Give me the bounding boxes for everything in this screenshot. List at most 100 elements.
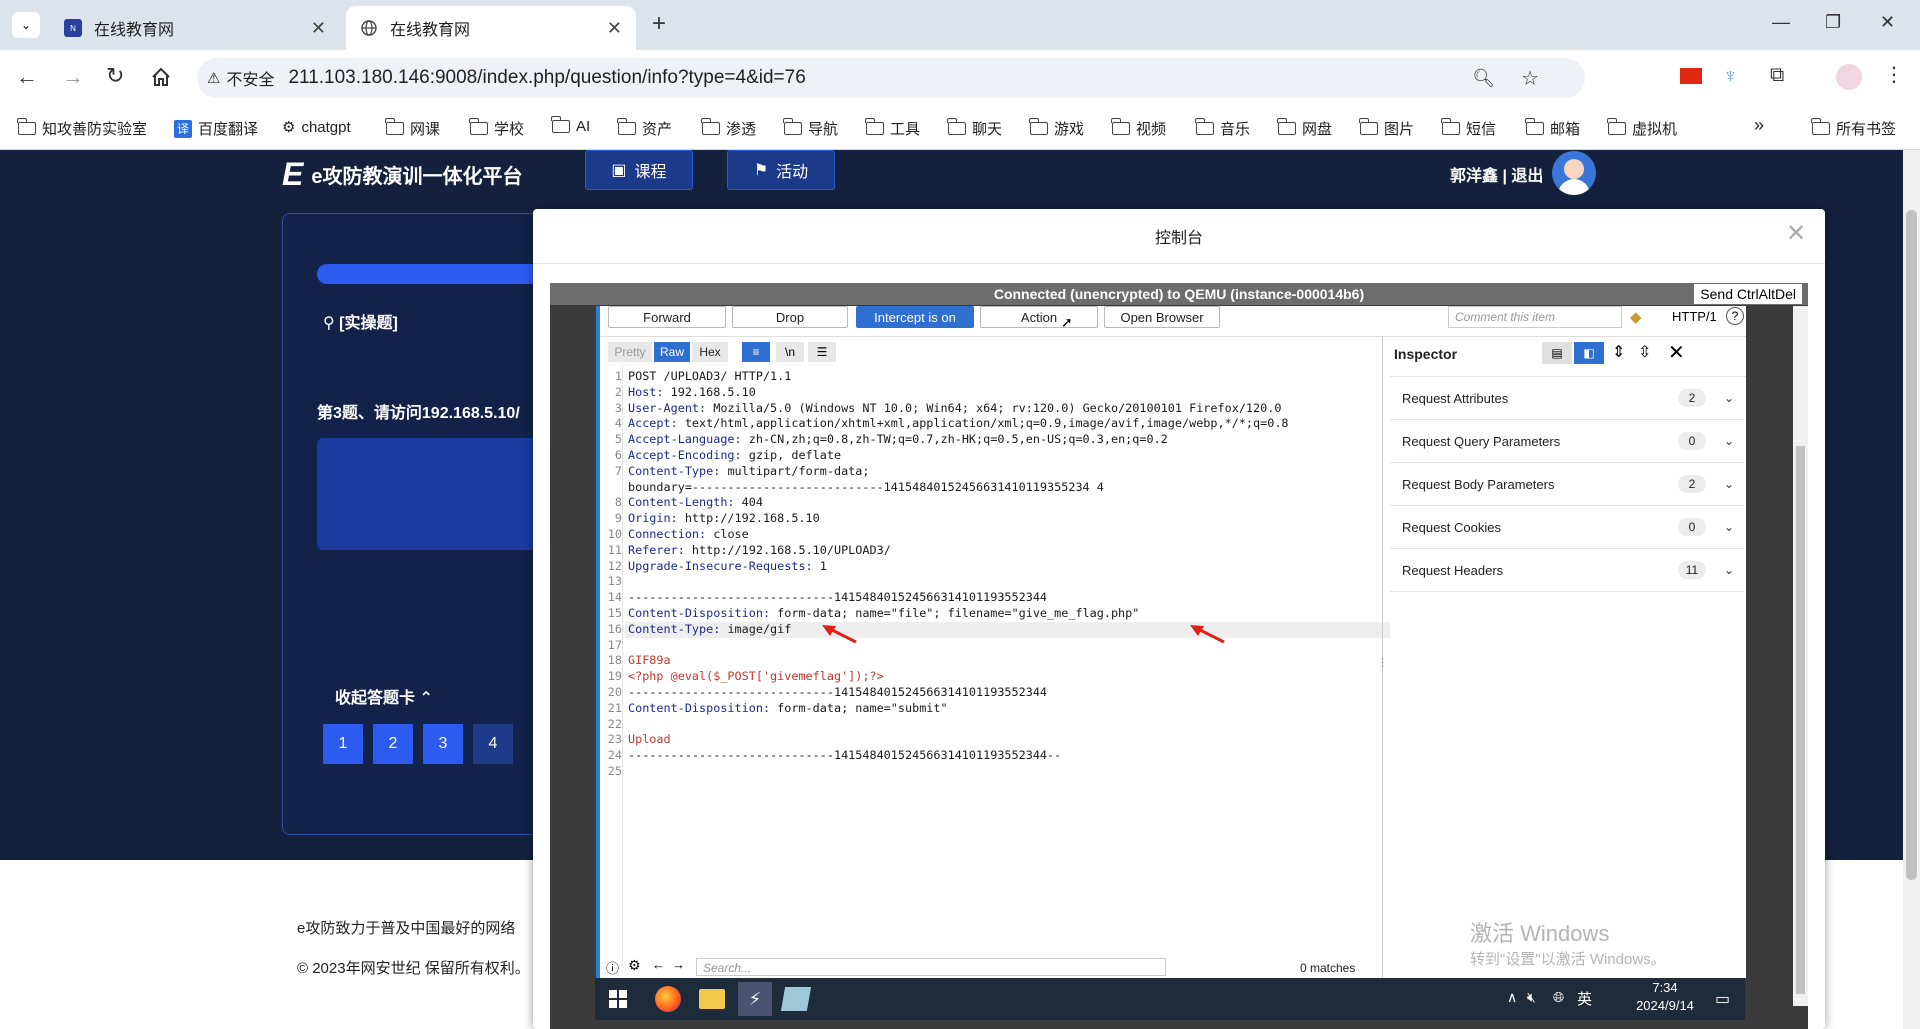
layout-list-icon[interactable]: ▤ [1542,342,1572,364]
bookmark-item[interactable]: 网课 [385,118,440,139]
security-label[interactable]: 不安全 [226,66,274,90]
inspector-row-cookies[interactable]: Request Cookies 0 ⌄ [1390,506,1744,549]
newline-toggle-icon[interactable]: \n [776,342,804,362]
help-icon[interactable]: ? [1726,307,1744,325]
modal-close-icon[interactable]: ✕ [1786,219,1806,248]
bookmark-item[interactable]: 游戏 [1029,118,1084,139]
bookmark-item[interactable]: 图片 [1359,118,1414,139]
windows-start-icon[interactable] [609,990,627,1008]
help-icon[interactable]: ⓘ [606,958,619,977]
bookmark-item[interactable]: 短信 [1441,118,1496,139]
inspector-row-attributes[interactable]: Request Attributes 2 ⌄ [1390,377,1744,420]
notification-icon[interactable]: ▭ [1715,989,1730,1009]
back-arrow-icon[interactable]: ← [16,64,38,90]
hex-tab[interactable]: Hex [692,342,728,362]
inspector-row-body-params[interactable]: Request Body Parameters 2 ⌄ [1390,463,1744,506]
bookmark-item[interactable]: 虚拟机 [1607,118,1677,139]
star-bookmark-icon[interactable]: ☆ [1521,66,1539,91]
bookmark-item[interactable]: 导航 [783,118,838,139]
network-globe-icon[interactable]: 🌐︎ [1553,989,1564,1006]
site-logo[interactable]: E e攻防教演训一体化平台 [282,156,522,193]
bookmark-item[interactable]: 学校 [469,118,524,139]
tab-active[interactable]: 在线教育网 ✕ [346,6,636,50]
url-text[interactable]: 211.103.180.146:9008/index.php/question/… [288,67,805,89]
bookmark-item[interactable]: 视频 [1111,118,1166,139]
open-browser-button[interactable]: Open Browser [1104,306,1220,328]
pretty-tab[interactable]: Pretty [608,342,652,362]
question-number-button[interactable]: 2 [373,724,413,764]
puzzle-extensions-icon[interactable]: ⧉ [1770,64,1784,87]
bookmark-item[interactable]: 渗透 [701,118,756,139]
file-explorer-icon[interactable] [699,989,725,1009]
request-editor[interactable]: 1 POST /UPLOAD3/ HTTP/1.1 2 Host: 192.168.5… [600,368,1390,958]
intercept-toggle[interactable]: Intercept is on [856,306,974,328]
http-version-label[interactable]: HTTP/1 [1672,309,1717,324]
question-number-button[interactable]: 4 [473,724,513,764]
new-tab-button[interactable]: + [652,10,666,38]
vnc-scrollbar[interactable] [1793,306,1808,1006]
avatar[interactable] [1552,151,1596,195]
all-bookmarks[interactable]: 所有书签 [1811,118,1896,139]
tab-close-icon[interactable]: ✕ [607,18,622,39]
previous-match-icon[interactable]: ← [652,957,665,972]
tab-inactive[interactable]: N 在线教育网 ✕ [50,6,340,50]
volume-muted-icon[interactable]: 🔇︎ [1527,989,1536,1006]
bookmarks-overflow-button[interactable]: » [1754,115,1764,136]
bookmark-item[interactable]: 工具 [865,118,920,139]
highlight-color-icon[interactable]: ◆ [1630,308,1642,326]
bookmark-item[interactable]: 知攻善防实验室 [17,118,147,139]
menu-dots-icon[interactable]: ⋮ [1884,62,1904,87]
collapse-all-icon[interactable]: ⇳ [1638,342,1651,362]
warning-icon[interactable]: ⚠ [207,69,220,87]
bookmark-item[interactable]: 音乐 [1195,118,1250,139]
bookmark-item[interactable]: 译百度翻译 [174,118,258,139]
action-button[interactable]: Action [980,306,1098,328]
menu-lines-icon[interactable]: ☰ [808,342,836,362]
send-ctrl-alt-del-button[interactable]: Send CtrlAltDel [1694,284,1802,304]
bookmark-item[interactable]: 网盘 [1277,118,1332,139]
question-number-button[interactable]: 3 [423,724,463,764]
settings-gear-icon[interactable]: ⚙ [628,957,641,974]
bookmark-item[interactable]: AI [551,116,590,135]
nav-courses[interactable]: ▣ 课程 [585,150,693,190]
inspector-row-query-params[interactable]: Request Query Parameters 0 ⌄ [1390,420,1744,463]
wrap-lines-icon[interactable]: ≡ [742,342,770,362]
ime-indicator[interactable]: 英 [1577,988,1592,1009]
tab-search-button[interactable]: ⌄ [12,12,40,38]
comment-input[interactable]: Comment this item [1448,306,1622,328]
translate-extension-icon[interactable]: ♆ [1723,65,1738,88]
bookmark-item[interactable]: 资产 [617,118,672,139]
splitter-grip-icon[interactable]: ⋮ [1377,656,1388,669]
minimize-button[interactable]: — [1772,12,1790,33]
address-bar[interactable]: ⚠ 不安全 211.103.180.146:9008/index.php/que… [197,58,1585,98]
next-match-icon[interactable]: → [672,957,685,972]
close-inspector-icon[interactable]: ✕ [1668,340,1685,365]
china-flag-icon[interactable] [1680,68,1702,84]
page-scrollbar-thumb[interactable] [1906,210,1917,880]
bookmark-item[interactable]: 邮箱 [1525,118,1580,139]
home-icon[interactable] [150,66,172,93]
answer-card-toggle[interactable]: 收起答题卡 ⌃ [335,684,433,708]
user-menu[interactable]: 郭洋鑫 | 退出 [1450,162,1543,186]
bookmark-item[interactable]: 聊天 [947,118,1002,139]
question-number-button[interactable]: 1 [323,724,363,764]
burp-suite-icon[interactable]: ⚡ [738,982,772,1016]
tab-close-icon[interactable]: ✕ [311,18,326,39]
profile-avatar[interactable] [1836,64,1862,90]
search-input[interactable]: Search... [696,958,1166,976]
expand-all-icon[interactable]: ⇕ [1612,342,1625,362]
forward-button[interactable]: Forward [608,306,726,328]
clock-date[interactable]: 2024/9/14 [1625,998,1705,1013]
nav-activities[interactable]: ⚑ 活动 [727,150,835,190]
drop-button[interactable]: Drop [732,306,848,328]
notepad-icon[interactable] [780,987,812,1011]
raw-tab[interactable]: Raw [654,342,690,362]
reload-icon[interactable]: ↻ [106,63,124,89]
clock-time[interactable]: 7:34 [1635,980,1695,995]
close-window-button[interactable]: ✕ [1880,12,1895,33]
restore-button[interactable]: ❐ [1825,12,1841,33]
forward-arrow-icon[interactable]: → [62,64,84,90]
zoom-icon[interactable]: 🔍︎ [1472,68,1495,89]
layout-split-icon[interactable]: ◧ [1574,342,1604,364]
tray-overflow-icon[interactable]: ∧ [1507,989,1517,1006]
